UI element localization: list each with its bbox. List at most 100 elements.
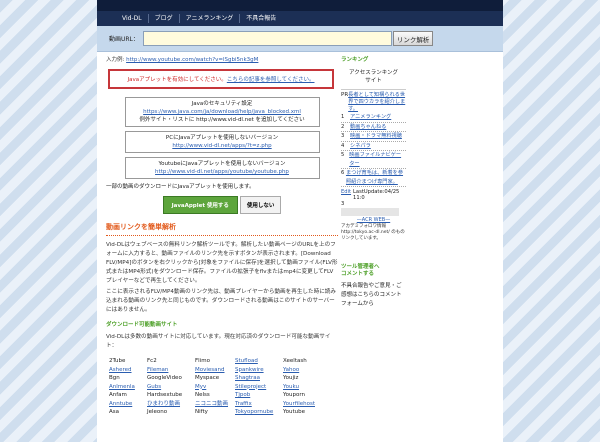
site-link[interactable]: Anntube [109,400,147,409]
site-link[interactable]: ニコニコ動画 [195,400,235,409]
example-url-link[interactable]: http://www.youtube.com/watch?v=lSgbi5nk3… [126,57,258,63]
acr-text-3: リンクしています。 [341,236,381,241]
intro-paragraph: Vid-DLはウェブベースの無料リンク解析ツールです。解析したい動画ページのUR… [106,242,338,284]
site-link[interactable]: Nelss [195,391,235,400]
box-title: YoutubeにJavaアプレットを使用しないバージョン [158,161,286,167]
site-link[interactable]: Youtube [283,408,339,417]
edit-link[interactable]: Edit [341,189,351,201]
sidebar: ランキング アクセスランキング サイト PR 長者として知構られる世界で四ウカラ… [341,55,406,309]
nav-item-bug-report[interactable]: 不具合報告 [240,14,282,23]
site-link[interactable]: Yahoo [283,366,339,375]
warning-link[interactable]: こちらの記事を参照してください。 [227,75,315,83]
ranking-link[interactable]: 動画ちゃんねる [350,123,386,132]
site-link[interactable]: Anfam [109,391,147,400]
ranking-title: ランキング [341,57,369,63]
note-paragraph: ここに表示されるFLV/MP4動画のリンク先は、動画プレイヤーから動画を再生した… [106,289,336,313]
nav-items: Vid-DL ブログ アニメランキング 不具合報告 [97,11,282,26]
url-label: 動画URL： [109,36,139,43]
url-input[interactable] [142,31,392,46]
site-link[interactable]: Bgn [109,374,147,383]
use-applet-button[interactable]: JavaApplet 使用する [162,196,238,214]
pr-link[interactable]: 長者として知構られる世界で四ウカラを紹介します。 [348,92,406,113]
site-link[interactable]: Youporn [283,391,339,400]
ranking-list: 1 アニメランキング 2 動画ちゃんねる 3 映画・ドラマ無料視聴 4 シネパラ 5 映画ファイル… [341,113,406,187]
site-link[interactable]: ひまわり動画 [147,400,195,409]
ranking-item[interactable]: 2 動画ちゃんねる [341,123,406,132]
last-update-row: Edit LastUpdate:04/25 11:0 [341,189,406,201]
ranking-item[interactable]: 4 シネパラ [341,142,406,151]
ranking-number: 4 [341,142,345,149]
box-link[interactable]: https://www.java.com/ja/download/help/ja… [126,108,319,116]
site-link[interactable]: Asa [109,408,147,417]
site-link[interactable]: Jeleono [147,408,195,417]
site-link[interactable]: Tokyopornube [235,408,283,417]
ranking-link[interactable]: まつげ育毛は、新着を参照紹介まつげ専門家。 [346,169,406,186]
top-navigation: Vid-DL ブログ アニメランキング 不具合報告 [97,0,503,26]
box-link[interactable]: http://www.vid-dl.net/apps/?t=z.php [126,142,319,150]
example-prefix: 入力例: [106,57,125,63]
site-link[interactable]: Stufload [235,357,283,366]
box-extra: 例外サイト・リストに http://www.vid-dl.net を追加してくだ… [139,117,305,123]
input-example: 入力例: http://www.youtube.com/watch?v=lSgb… [106,55,338,63]
ranking-number: 1 [341,114,345,120]
number-three: 3 [341,201,345,207]
ranking-link[interactable]: シネパラ [350,142,371,151]
no-applet-button[interactable]: 使用しない [239,196,282,214]
site-link[interactable]: Youku [283,383,339,392]
site-link[interactable]: Tjpob [235,391,283,400]
site-link[interactable]: Nifty [195,408,235,417]
site-link[interactable]: Fc2 [147,357,195,366]
site-link[interactable]: Gubs [147,383,195,392]
site-link[interactable]: Traffix [235,400,283,409]
site-link[interactable]: Moviesand [195,366,235,375]
box-title: Javaのセキュリティ設定 [191,101,253,107]
applet-note: 一部の動画のダウンロードにJavaアプレットを使用します。 [106,184,255,190]
site-link[interactable]: Yourfilehost [283,400,339,409]
site-link[interactable]: Stileproject [235,383,283,392]
section-title: 動画リンクを簡単解析 [106,222,338,236]
main-content: 入力例: http://www.youtube.com/watch?v=lSgb… [106,55,338,417]
nav-item-viddl[interactable]: Vid-DL [116,14,149,23]
site-link[interactable]: Spankwire [235,366,283,375]
link-analyze-button[interactable]: リンク解析 [392,31,434,46]
ranking-heading: アクセスランキング サイト [348,70,399,84]
site-link[interactable]: Myspace [195,374,235,383]
site-link[interactable]: Shagtraa [235,374,283,383]
site-link[interactable]: Hardsextube [147,391,195,400]
nav-item-anime-ranking[interactable]: アニメランキング [180,14,241,23]
ranking-link[interactable]: 映画ファイルナビゲーター [349,151,406,168]
ranking-number: 2 [341,123,345,130]
tool-title: ツール管理者へ コメントする [341,264,380,277]
ranking-item[interactable]: 5 映画ファイルナビゲーター [341,151,406,169]
warning-text: Javaアプレットを有効にしてください。 [127,77,227,83]
applet-buttons: JavaApplet 使用する 使用しない [106,196,338,214]
ranking-link[interactable]: 映画・ドラマ無料視聴 [350,132,402,141]
site-link[interactable]: Flimo [195,357,235,366]
last-update: LastUpdate:04/25 11:0 [353,189,400,201]
supported-sites-text: Vid-DLは多数の動画サイトに対応しています。現在対応済のダウンロード可能な動… [106,334,331,349]
ranking-item[interactable]: 1 アニメランキング [341,113,406,123]
sites-grid: 2Tube Fc2 Flimo Stufload Xeeltash Ashered File… [106,357,338,417]
acr-web-link[interactable]: —ACR WEB— [341,216,406,224]
ranking-item[interactable]: 3 映画・ドラマ無料視聴 [341,132,406,142]
site-link[interactable]: GoogleVideo [147,374,195,383]
site-link[interactable]: 2Tube [109,357,147,366]
ranking-link[interactable]: アニメランキング [350,113,391,122]
pr-label: PR [341,92,349,98]
site-link[interactable]: Fileman [147,366,195,375]
site-link[interactable]: Anlmenla [109,383,147,392]
pr-block: PR 長者として知構られる世界で四ウカラを紹介します。 [341,89,406,113]
site-link[interactable]: Ashered [109,366,147,375]
ranking-item[interactable]: 6 まつげ育毛は、新着を参照紹介まつげ専門家。 [341,169,406,187]
no-java-pc-box: PCにJavaアプレットを使用しないバージョン http://www.vid-d… [124,131,320,153]
header-strip [97,0,503,11]
site-link[interactable]: Xeeltash [283,357,339,366]
box-link[interactable]: http://www.vid-dl.net/apps/youtube/youtu… [126,168,319,176]
tool-text[interactable]: 不具合報告やご意見・ご感想はこちらのコメントフォームから [341,282,406,309]
nav-item-blog[interactable]: ブログ [149,14,180,23]
site-link[interactable]: Youjiz [283,374,339,383]
site-link[interactable]: Myv [195,383,235,392]
supported-sites-title: ダウンロード可能動画サイト [106,322,178,328]
no-java-youtube-box: YoutubeにJavaアプレットを使用しないバージョン http://www.… [124,157,320,179]
java-security-box: Javaのセキュリティ設定 https://www.java.com/ja/do… [124,97,320,127]
